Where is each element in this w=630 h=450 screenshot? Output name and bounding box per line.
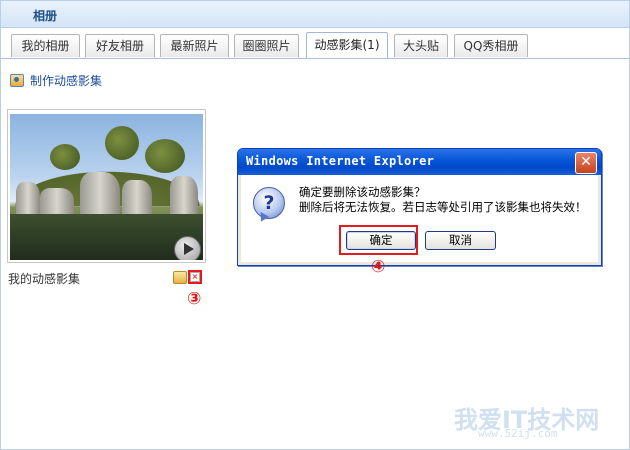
- album-cover-photo[interactable]: [10, 114, 203, 260]
- question-icon: ?: [253, 187, 285, 219]
- create-link-label: 制作动感影集: [30, 73, 103, 88]
- play-icon[interactable]: [174, 236, 201, 260]
- tab-bar: 我的相册 好友相册 最新照片 圈圈照片 动感影集(1) 大头贴 QQ秀相册: [1, 28, 629, 59]
- album-card[interactable]: [7, 109, 206, 263]
- edit-album-icon[interactable]: [173, 271, 187, 284]
- tab-qqshow-album[interactable]: QQ秀相册: [454, 34, 528, 57]
- tab-latest-photos[interactable]: 最新照片: [160, 34, 229, 57]
- tab-photo-stickers[interactable]: 大头贴: [394, 34, 448, 57]
- header-bar: 相册: [1, 1, 629, 28]
- dialog-title: Windows Internet Explorer: [246, 154, 435, 168]
- tab-animated-albums[interactable]: 动感影集(1): [306, 32, 388, 58]
- photo-tree: [145, 139, 185, 173]
- photo-rock: [16, 182, 40, 218]
- photo-rock: [80, 172, 120, 218]
- ok-button-highlight: [339, 225, 418, 255]
- photo-tree: [105, 126, 139, 160]
- photo-rock: [170, 176, 198, 218]
- cancel-button[interactable]: 取消: [425, 231, 496, 250]
- delete-x-icon: ×: [190, 272, 200, 282]
- watermark-url: www.52ij.com: [478, 427, 558, 440]
- tab-circle-photos[interactable]: 圈圈照片: [234, 34, 299, 57]
- dialog-message-line1: 确定要删除该动感影集？: [299, 185, 426, 199]
- step-marker-delete: ③: [187, 289, 202, 309]
- dialog-message-line2: 删除后将无法恢复。若日志等处引用了该影集也将失效！: [299, 200, 587, 214]
- dialog-titlebar[interactable]: Windows Internet Explorer ✕: [238, 149, 601, 175]
- tab-my-albums[interactable]: 我的相册: [11, 34, 80, 57]
- photo-rock: [122, 180, 152, 218]
- create-animated-album-link[interactable]: 制作动感影集: [10, 72, 102, 88]
- confirm-dialog: Windows Internet Explorer ✕ ? 确定要删除该动感影集…: [237, 148, 602, 266]
- tab-friend-albums[interactable]: 好友相册: [85, 34, 155, 57]
- page-title: 相册: [33, 9, 58, 23]
- site-watermark: 我爱IT技术网 www.52ij.com: [414, 380, 614, 440]
- step-marker-confirm: ④: [371, 257, 386, 277]
- album-create-icon: [10, 73, 24, 87]
- album-name: 我的动感影集: [8, 272, 81, 286]
- delete-album-icon[interactable]: ×: [188, 270, 202, 284]
- photo-tree: [50, 144, 80, 170]
- dialog-close-button[interactable]: ✕: [575, 152, 597, 174]
- dialog-body: ? 确定要删除该动感影集？ 删除后将无法恢复。若日志等处引用了该影集也将失效！ …: [241, 175, 598, 262]
